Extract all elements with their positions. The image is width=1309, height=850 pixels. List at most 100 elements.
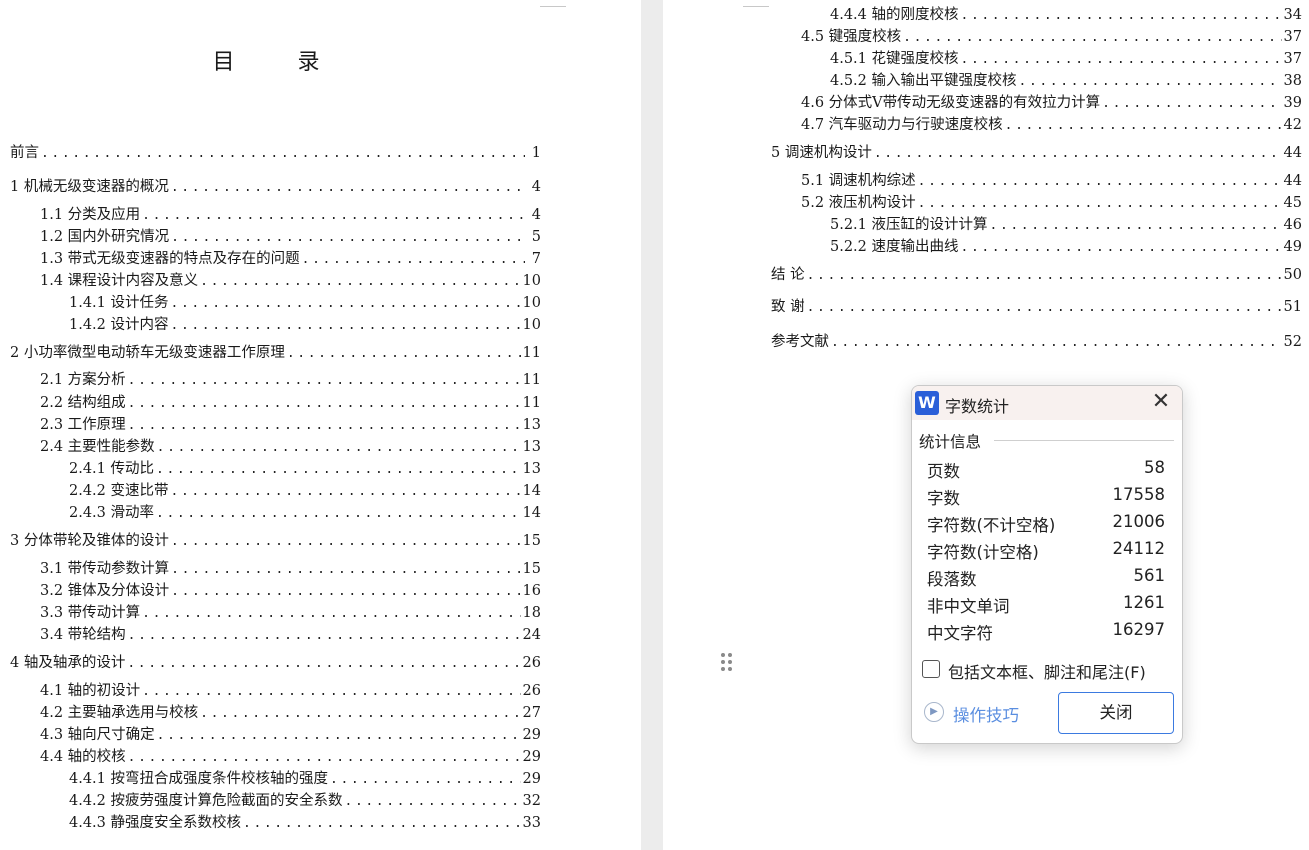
toc-leader-dots: ........................................… <box>142 606 520 621</box>
toc-entry[interactable]: 4.4.4 轴的刚度校核............................… <box>830 5 1302 25</box>
toc-leader-dots: ........................................… <box>831 335 1282 350</box>
toc-entry[interactable]: 3.3 带传动计算...............................… <box>40 603 541 623</box>
drag-handle-icon[interactable] <box>720 652 734 674</box>
toc-page-number: 42 <box>1283 117 1302 133</box>
toc-entry[interactable]: 2.4.1 传动比...............................… <box>69 459 541 479</box>
toc-entry-text: 1.4.1 设计任务 <box>69 295 169 311</box>
toc-entry[interactable]: 致 谢.....................................… <box>771 297 1302 317</box>
toc-page-number: 44 <box>1283 145 1302 161</box>
toc-entry-text: 1.1 分类及应用 <box>40 207 141 223</box>
toc-entry[interactable]: 参考文献....................................… <box>771 332 1302 352</box>
toc-page-number: 18 <box>522 605 541 621</box>
toc-entry[interactable]: 5 调速机构设计................................… <box>771 143 1302 163</box>
toc-entry[interactable]: 5.2.2 速度输出曲线............................… <box>830 237 1302 257</box>
toc-page-number: 15 <box>522 533 541 549</box>
toc-entry[interactable]: 4.4.2 按疲劳强度计算危险截面的安全系数..................… <box>69 791 541 811</box>
toc-entry[interactable]: 3.2 锥体及分体设计.............................… <box>40 581 541 601</box>
toc-leader-dots: ........................................… <box>171 230 525 245</box>
toc-leader-dots: ........................................… <box>170 484 521 499</box>
toc-entry[interactable]: 4.6 分体式V带传动无级变速器的有效拉力计算.................… <box>801 93 1302 113</box>
toc-entry[interactable]: 1.3 带式无级变速器的特点及存在的问题....................… <box>40 249 541 269</box>
toc-entry[interactable]: 4.2 主要轴承选用与校核...........................… <box>40 703 541 723</box>
toc-page-number: 13 <box>522 461 541 477</box>
toc-entry[interactable]: 3.4 带轮结构................................… <box>40 625 541 645</box>
include-textbox-footnote-label[interactable]: 包括文本框、脚注和尾注(F) <box>948 659 1146 683</box>
toc-entry[interactable]: 2 小功率微型电动轿车无级变速器工作原理....................… <box>10 343 541 363</box>
toc-leader-dots: ........................................… <box>156 462 521 477</box>
toc-entry-text: 2.4.1 传动比 <box>69 461 155 477</box>
stat-row: 字符数(计空格) 24112 <box>927 539 1165 565</box>
include-textbox-footnote-checkbox[interactable] <box>922 660 940 678</box>
toc-entry-text: 4.7 汽车驱动力与行驶速度校核 <box>801 117 1003 133</box>
close-icon[interactable]: ✕ <box>1148 389 1174 415</box>
toc-leader-dots: ........................................… <box>301 252 525 267</box>
toc-entry[interactable]: 2.4.2 变速比带..............................… <box>69 481 541 501</box>
section-heading: 统计信息 <box>919 433 982 451</box>
stat-label: 字符数(不计空格) <box>927 516 1056 535</box>
toc-leader-dots: ........................................… <box>127 656 520 671</box>
toc-entry-text: 3 分体带轮及锥体的设计 <box>10 533 169 549</box>
stat-label: 字符数(计空格) <box>927 543 1039 562</box>
toc-leader-dots: ........................................… <box>127 750 521 765</box>
stat-value: 58 <box>1144 458 1165 477</box>
toc-entry[interactable]: 4.3 轴向尺寸确定..............................… <box>40 725 541 745</box>
word-count-dialog: W 字数统计 ✕ 统计信息 页数 58 字数 17558 字符数(不计空格) 21006 字… <box>911 385 1183 744</box>
toc-entry[interactable]: 4.4 轴的校核................................… <box>40 747 541 767</box>
toc-entry[interactable]: 4.7 汽车驱动力与行驶速度校核........................… <box>801 115 1302 135</box>
toc-entry[interactable]: 3.1 带传动参数计算.............................… <box>40 559 541 579</box>
toc-entry[interactable]: 2.3 工作原理................................… <box>40 415 541 435</box>
toc-title: 目 录 <box>212 50 348 75</box>
toc-entry[interactable]: 4 轴及轴承的设计...............................… <box>10 653 541 673</box>
toc-leader-dots: ........................................… <box>200 274 520 289</box>
tips-link[interactable]: 操作技巧 <box>953 702 1019 726</box>
toc-entry-text: 1.4 课程设计内容及意义 <box>40 273 199 289</box>
toc-entry[interactable]: 1.4 课程设计内容及意义...........................… <box>40 271 541 291</box>
toc-entry-text: 致 谢 <box>771 299 805 315</box>
toc-entry[interactable]: 2.2 结构组成................................… <box>40 393 541 413</box>
toc-leader-dots: ........................................… <box>127 396 521 411</box>
toc-entry[interactable]: 4.4.1 按弯扭合成强度条件校核轴的强度...................… <box>69 769 541 789</box>
close-button[interactable]: 关闭 <box>1058 692 1174 734</box>
toc-entry[interactable]: 2.1 方案分析................................… <box>40 370 541 390</box>
play-circle-icon[interactable]: ▶ <box>924 702 944 722</box>
toc-entry-text: 参考文献 <box>771 334 829 350</box>
toc-entry[interactable]: 前言......................................… <box>10 143 541 163</box>
toc-entry[interactable]: 4.5 键强度校核...............................… <box>801 27 1302 47</box>
toc-entry[interactable]: 5.1 调速机构综述..............................… <box>801 171 1302 191</box>
toc-leader-dots: ........................................… <box>170 318 521 333</box>
toc-page-number: 11 <box>522 395 541 411</box>
toc-entry[interactable]: 4.5.1 花键强度校核............................… <box>830 49 1302 69</box>
toc-entry[interactable]: 4.4.3 静强度安全系数校核.........................… <box>69 813 541 833</box>
dialog-titlebar[interactable]: W 字数统计 ✕ <box>912 386 1182 420</box>
toc-entry-text: 3.1 带传动参数计算 <box>40 561 170 577</box>
stat-value: 21006 <box>1112 512 1166 531</box>
toc-page-number: 11 <box>522 345 541 361</box>
toc-entry[interactable]: 1.1 分类及应用...............................… <box>40 205 541 225</box>
toc-page-number: 14 <box>522 483 541 499</box>
toc-page-number: 32 <box>522 793 541 809</box>
toc-entry[interactable]: 5.2 液压机构设计..............................… <box>801 193 1302 213</box>
toc-entry[interactable]: 4.1 轴的初设计...............................… <box>40 681 541 701</box>
toc-entry[interactable]: 1.4.2 设计内容..............................… <box>69 315 541 335</box>
toc-entry[interactable]: 4.5.2 输入输出平键强度校核........................… <box>830 71 1302 91</box>
toc-leader-dots: ........................................… <box>1018 74 1282 89</box>
toc-entry-text: 2.4 主要性能参数 <box>40 439 155 455</box>
toc-entry[interactable]: 1.2 国内外研究情况.............................… <box>40 227 541 247</box>
toc-entry[interactable]: 2.4.3 滑动率...............................… <box>69 503 541 523</box>
toc-entry[interactable]: 1 机械无级变速器的概况............................… <box>10 177 541 197</box>
toc-entry[interactable]: 2.4 主要性能参数..............................… <box>40 437 541 457</box>
toc-entry-text: 4.5.2 输入输出平键强度校核 <box>830 73 1017 89</box>
stat-label: 非中文单词 <box>927 597 1010 616</box>
toc-entry[interactable]: 结 论.....................................… <box>771 265 1302 285</box>
toc-leader-dots: ........................................… <box>960 52 1282 67</box>
toc-page-number: 7 <box>531 251 541 267</box>
toc-entry-text: 5.2 液压机构设计 <box>801 195 916 211</box>
toc-entry[interactable]: 3 分体带轮及锥体的设计............................… <box>10 531 541 551</box>
stat-label: 字数 <box>927 489 960 508</box>
toc-entry[interactable]: 1.4.1 设计任务..............................… <box>69 293 541 313</box>
toc-page-number: 50 <box>1283 267 1302 283</box>
stat-label: 中文字符 <box>927 624 993 643</box>
toc-entry-text: 2.2 结构组成 <box>40 395 126 411</box>
page-gap <box>641 0 663 850</box>
toc-entry[interactable]: 5.2.1 液压缸的设计计算..........................… <box>830 215 1302 235</box>
